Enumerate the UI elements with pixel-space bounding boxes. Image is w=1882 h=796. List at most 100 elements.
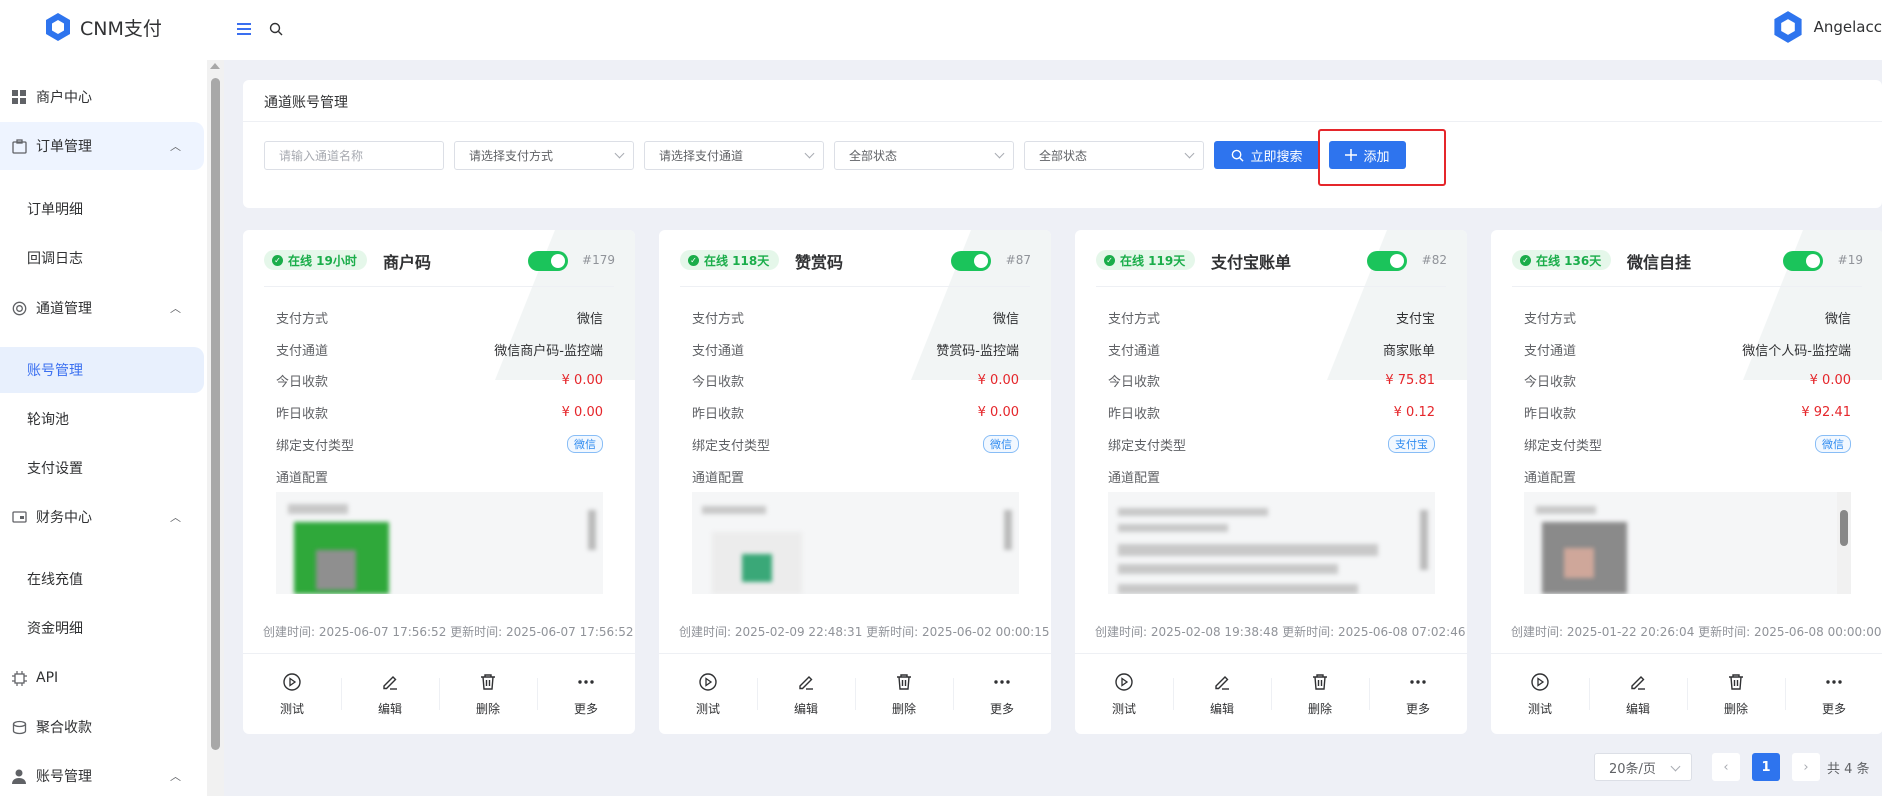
user-menu[interactable]: Angelacc	[1772, 10, 1882, 44]
sidebar-scrollbar[interactable]	[207, 60, 224, 796]
sidebar-item-api[interactable]: API	[0, 654, 204, 702]
more-button[interactable]: 更多	[537, 654, 635, 734]
sidebar-item-payment-settings[interactable]: 支付设置	[0, 445, 204, 491]
row-pay-method: 支付方式 支付宝	[1108, 307, 1435, 327]
delete-button[interactable]: 删除	[1271, 654, 1369, 734]
pay-channel-select[interactable]: 请选择支付通道	[644, 141, 824, 170]
channel-config-preview[interactable]	[1108, 492, 1435, 594]
chevron-down-icon	[614, 148, 625, 159]
row-label: 通道配置	[692, 470, 745, 486]
delete-button[interactable]: 删除	[855, 654, 953, 734]
test-button[interactable]: 测试	[659, 654, 757, 734]
sidebar-item-account-management[interactable]: 账号管理	[0, 347, 204, 393]
channel-icon	[11, 300, 27, 316]
user-name: Angelacc	[1813, 18, 1882, 36]
sidebar-item-account[interactable]: 账号管理 ︿	[0, 752, 204, 796]
sidebar-item-channels[interactable]: 通道管理 ︿	[0, 284, 204, 332]
delete-button[interactable]: 删除	[439, 654, 537, 734]
play-icon	[1114, 672, 1134, 695]
page-1-button[interactable]: 1	[1752, 753, 1780, 781]
edit-button[interactable]: 编辑	[757, 654, 855, 734]
sidebar-item-orders[interactable]: 订单管理 ︿	[0, 122, 204, 170]
channel-card: ✓ 在线 136天 微信自挂 #19 支付方式 微信 支付通道 微信个人码-监控端 今日收款 ¥ …	[1491, 230, 1882, 734]
select-value: 全部状态	[849, 149, 898, 163]
row-label: 支付方式	[276, 311, 329, 327]
card-actions: 测试 编辑 删除 更多	[659, 653, 1051, 734]
row-label: 绑定支付类型	[692, 438, 771, 454]
more-icon	[992, 672, 1012, 695]
scroll-up-arrow-icon[interactable]	[210, 63, 220, 69]
updated-time: 2025-06-08 00:00:00	[1754, 625, 1882, 639]
enable-toggle[interactable]	[1367, 251, 1407, 271]
delete-button[interactable]: 删除	[1687, 654, 1785, 734]
enable-toggle[interactable]	[951, 251, 991, 271]
sidebar-item-order-details[interactable]: 订单明细	[0, 186, 204, 232]
search-button-label: 立即搜索	[1250, 149, 1303, 165]
brand-name: CNM支付	[80, 17, 162, 40]
pay-method-select[interactable]: 请选择支付方式	[454, 141, 634, 170]
bind-type-tag: 支付宝	[1388, 435, 1435, 453]
more-button[interactable]: 更多	[1369, 654, 1467, 734]
test-button[interactable]: 测试	[1491, 654, 1589, 734]
sidebar-item-online-recharge[interactable]: 在线充值	[0, 556, 204, 602]
card-actions: 测试 编辑 删除 更多	[1075, 653, 1467, 734]
card-id: #179	[582, 253, 615, 267]
search-icon[interactable]	[267, 20, 285, 38]
action-label: 测试	[1527, 701, 1552, 716]
status-badge: ✓ 在线 19小时	[264, 250, 367, 270]
sidebar-item-label: 商户中心	[36, 90, 92, 106]
row-label: 今日收款	[1108, 374, 1161, 390]
action-label: 删除	[475, 701, 500, 716]
trash-icon	[1310, 672, 1330, 695]
scrollbar-thumb[interactable]	[211, 78, 220, 750]
channel-name-input[interactable]: 请输入通道名称	[264, 141, 444, 170]
channel-card: ✓ 在线 118天 赞赏码 #87 支付方式 微信 支付通道 赞赏码-监控端 今日收款 ¥ 0.0…	[659, 230, 1051, 734]
scrollbar[interactable]	[1837, 492, 1851, 594]
status-select-2[interactable]: 全部状态	[1024, 141, 1204, 170]
sidebar-item-label: 订单管理	[36, 139, 92, 155]
card-id: #87	[1005, 253, 1031, 267]
row-label: 今日收款	[1524, 374, 1577, 390]
page-title: 通道账号管理	[243, 80, 1882, 122]
wallet-icon	[11, 509, 27, 525]
sidebar-item-label: API	[36, 670, 59, 686]
edit-button[interactable]: 编辑	[341, 654, 439, 734]
test-button[interactable]: 测试	[1075, 654, 1173, 734]
status-select-1[interactable]: 全部状态	[834, 141, 1014, 170]
sidebar-item-aggregate-collection[interactable]: 聚合收款	[0, 703, 204, 751]
row-value: 商家账单	[1382, 343, 1435, 359]
sidebar-item-callback-log[interactable]: 回调日志	[0, 235, 204, 281]
created-label: 创建时间:	[1095, 625, 1148, 639]
card-timestamps: 创建时间: 2025-02-09 22:48:31 更新时间: 2025-06-…	[679, 623, 1049, 640]
created-label: 创建时间:	[1511, 625, 1564, 639]
channel-config-preview[interactable]	[276, 492, 603, 594]
edit-button[interactable]: 编辑	[1589, 654, 1687, 734]
edit-button[interactable]: 编辑	[1173, 654, 1271, 734]
enable-toggle[interactable]	[528, 251, 568, 271]
page-size-select[interactable]: 20条/页	[1594, 753, 1692, 781]
enable-toggle[interactable]	[1783, 251, 1823, 271]
more-button[interactable]: 更多	[953, 654, 1051, 734]
bind-type-tag: 微信	[1815, 435, 1851, 453]
action-label: 测试	[279, 701, 304, 716]
sidebar-item-polling-pool[interactable]: 轮询池	[0, 396, 204, 442]
menu-toggle-icon[interactable]	[235, 20, 253, 38]
row-label: 昨日收款	[276, 406, 329, 422]
sidebar-item-merchant-center[interactable]: 商户中心	[0, 73, 204, 121]
action-label: 测试	[695, 701, 720, 716]
more-button[interactable]: 更多	[1785, 654, 1882, 734]
sidebar-item-finance[interactable]: 财务中心 ︿	[0, 493, 204, 541]
play-icon	[282, 672, 302, 695]
play-icon	[698, 672, 718, 695]
card-title: 商户码	[383, 253, 432, 272]
sidebar-item-fund-details[interactable]: 资金明细	[0, 605, 204, 651]
search-button[interactable]: 立即搜索	[1214, 141, 1320, 169]
channel-config-preview[interactable]	[692, 492, 1019, 594]
test-button[interactable]: 测试	[243, 654, 341, 734]
chevron-down-icon	[994, 148, 1005, 159]
next-page-button[interactable]: ›	[1792, 753, 1820, 781]
prev-page-button[interactable]: ‹	[1712, 753, 1740, 781]
channel-config-preview[interactable]	[1524, 492, 1851, 594]
logo[interactable]: CNM支付	[44, 12, 162, 42]
row-yesterday: 昨日收款 ¥ 0.12	[1108, 402, 1435, 422]
